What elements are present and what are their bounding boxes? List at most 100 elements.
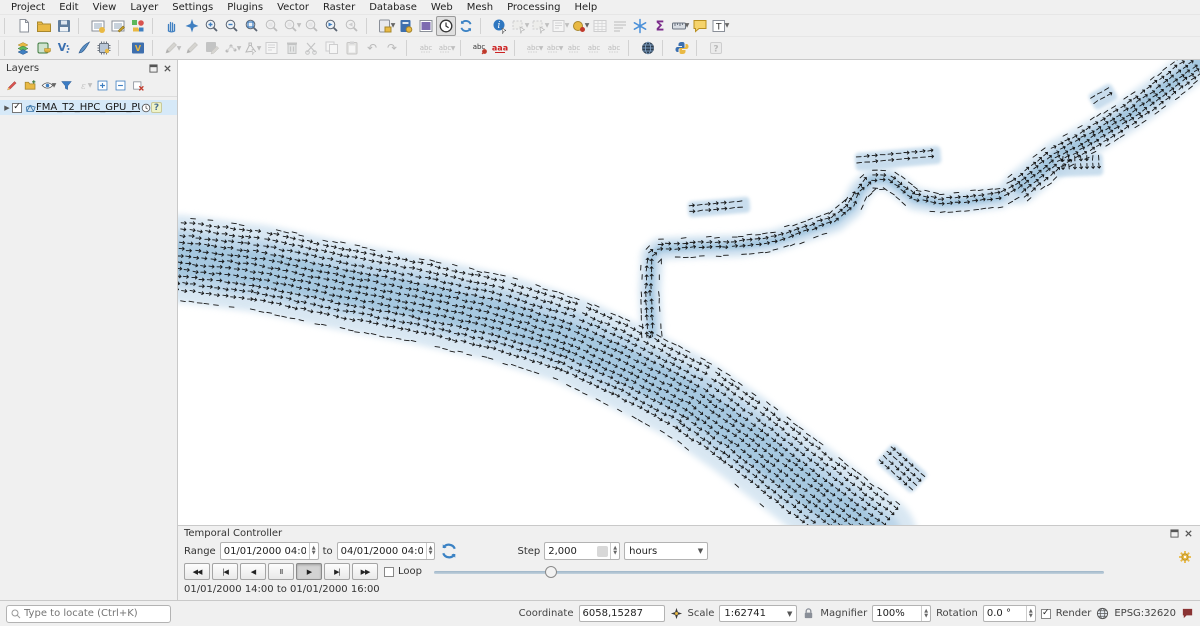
chevron-down-icon[interactable]: ▼ <box>52 82 57 89</box>
feature-actions-icon[interactable]: ▼ <box>570 16 590 36</box>
menu-mesh[interactable]: Mesh <box>460 2 500 13</box>
crs-globe-icon[interactable] <box>1096 607 1109 620</box>
range-to-input[interactable] <box>338 546 426 557</box>
menu-vector[interactable]: Vector <box>270 2 316 13</box>
menu-processing[interactable]: Processing <box>500 2 567 13</box>
refresh-map-icon[interactable] <box>456 16 476 36</box>
chevron-down-icon[interactable]: ▼ <box>177 45 182 52</box>
temporal-settings-gear-icon[interactable] <box>1178 550 1192 567</box>
filter-legend-icon[interactable] <box>58 77 75 93</box>
save-project-icon[interactable] <box>54 16 74 36</box>
step-input[interactable] <box>545 546 597 557</box>
menu-edit[interactable]: Edit <box>52 2 85 13</box>
new-project-icon[interactable] <box>14 16 34 36</box>
add-vector-layer-icon[interactable]: V <box>128 38 148 58</box>
refresh-range-icon[interactable] <box>439 542 459 560</box>
close-panel-icon[interactable] <box>1183 528 1194 539</box>
map-canvas[interactable] <box>178 60 1200 526</box>
statistical-summary-icon[interactable]: Σ <box>650 16 670 36</box>
spin-arrows[interactable]: ▲▼ <box>426 543 435 559</box>
expand-all-icon[interactable] <box>94 77 111 93</box>
chevron-down-icon[interactable]: ▼ <box>585 22 590 29</box>
new-print-layout-icon[interactable] <box>88 16 108 36</box>
style-manager-icon[interactable] <box>128 16 148 36</box>
add-group-icon[interactable] <box>22 77 39 93</box>
float-panel-icon[interactable] <box>148 63 159 74</box>
close-panel-icon[interactable] <box>162 63 173 74</box>
menu-plugins[interactable]: Plugins <box>220 2 270 13</box>
chevron-down-icon[interactable]: ▼ <box>391 22 396 29</box>
show-unplaced-labels-icon[interactable]: aaa <box>490 38 510 58</box>
chevron-down-icon[interactable]: ▼ <box>257 45 262 52</box>
metasearch-icon[interactable] <box>638 38 658 58</box>
chevron-down-icon[interactable]: ▼ <box>297 22 302 29</box>
remove-layer-icon[interactable] <box>130 77 147 93</box>
range-from-input[interactable] <box>221 546 309 557</box>
python-console-icon[interactable] <box>672 38 692 58</box>
identify-features-icon[interactable]: i <box>490 16 510 36</box>
float-panel-icon[interactable] <box>1169 528 1180 539</box>
render-checkbox[interactable]: ✓ <box>1041 609 1051 619</box>
layout-manager-icon[interactable] <box>108 16 128 36</box>
extents-toggle-icon[interactable] <box>670 607 683 620</box>
show-spatial-bookmarks-icon[interactable] <box>396 16 416 36</box>
rotation-input[interactable] <box>984 608 1026 619</box>
menu-view[interactable]: View <box>86 2 124 13</box>
new-memory-layer-icon[interactable] <box>94 38 114 58</box>
collapse-all-icon[interactable] <box>112 77 129 93</box>
open-layer-styling-icon[interactable] <box>4 77 21 93</box>
spin-arrows[interactable]: ▲▼ <box>309 543 318 559</box>
menu-project[interactable]: Project <box>4 2 52 13</box>
crs-code[interactable]: EPSG:32620 <box>1114 608 1176 619</box>
layer-name[interactable]: FMA_T2_HPC_GPU_PU1_10 <box>36 102 140 113</box>
menu-web[interactable]: Web <box>424 2 460 13</box>
expand-arrow-icon[interactable]: ▶ <box>2 104 12 112</box>
menu-raster[interactable]: Raster <box>316 2 362 13</box>
snowflake-icon[interactable] <box>630 16 650 36</box>
manage-map-themes-icon[interactable]: ▼ <box>40 77 57 93</box>
zoom-last-icon[interactable] <box>322 16 342 36</box>
zoom-full-icon[interactable] <box>242 16 262 36</box>
messages-bubble-icon[interactable] <box>1181 607 1194 620</box>
chevron-down-icon[interactable]: ▼ <box>685 22 690 29</box>
new-geopackage-layer-icon[interactable] <box>34 38 54 58</box>
menu-layer[interactable]: Layer <box>123 2 165 13</box>
time-slider-handle[interactable] <box>545 566 557 578</box>
menu-database[interactable]: Database <box>362 2 424 13</box>
menu-help[interactable]: Help <box>567 2 604 13</box>
measure-icon[interactable]: ▼ <box>670 16 690 36</box>
map-tips-icon[interactable] <box>690 16 710 36</box>
layer-item[interactable]: ▶ ✓ FMA_T2_HPC_GPU_PU1_10 ? <box>0 100 177 115</box>
new-spatial-bookmark-icon[interactable]: ▼ <box>376 16 396 36</box>
pause-button[interactable]: Ⅱ <box>268 563 294 580</box>
previous-frame-button[interactable]: |◀ <box>212 563 238 580</box>
pan-to-selection-icon[interactable] <box>182 16 202 36</box>
play-forward-button[interactable]: ▶ <box>296 563 322 580</box>
skip-to-end-button[interactable]: ▶▶ <box>352 563 378 580</box>
step-clear-icon[interactable] <box>597 546 608 557</box>
temporal-controller-icon[interactable] <box>436 16 456 36</box>
zoom-in-icon[interactable] <box>202 16 222 36</box>
chevron-down-icon[interactable]: ▼ <box>565 22 570 29</box>
locator-input[interactable] <box>24 608 166 619</box>
next-frame-button[interactable]: ▶| <box>324 563 350 580</box>
new-virtual-layer-icon[interactable] <box>74 38 94 58</box>
chevron-down-icon[interactable]: ▼ <box>545 22 550 29</box>
data-source-manager-icon[interactable] <box>14 38 34 58</box>
lock-scale-icon[interactable] <box>802 607 815 620</box>
new-map-view-icon[interactable] <box>416 16 436 36</box>
highlight-pinned-labels-icon[interactable]: abc <box>470 38 490 58</box>
menu-settings[interactable]: Settings <box>165 2 220 13</box>
coordinate-input[interactable] <box>579 605 665 622</box>
time-slider[interactable] <box>434 564 1104 580</box>
layer-visibility-checkbox[interactable]: ✓ <box>12 103 22 113</box>
chevron-down-icon[interactable]: ▼ <box>237 45 242 52</box>
spin-arrows[interactable]: ▲▼ <box>610 543 619 559</box>
chevron-down-icon[interactable]: ▼ <box>525 22 530 29</box>
text-annotation-icon[interactable]: T▼ <box>710 16 730 36</box>
scale-select[interactable]: 1:62741 ▼ <box>719 605 797 622</box>
spin-arrows[interactable]: ▲▼ <box>921 606 930 621</box>
pan-map-icon[interactable] <box>162 16 182 36</box>
chevron-down-icon[interactable]: ▼ <box>725 22 730 29</box>
zoom-out-icon[interactable] <box>222 16 242 36</box>
